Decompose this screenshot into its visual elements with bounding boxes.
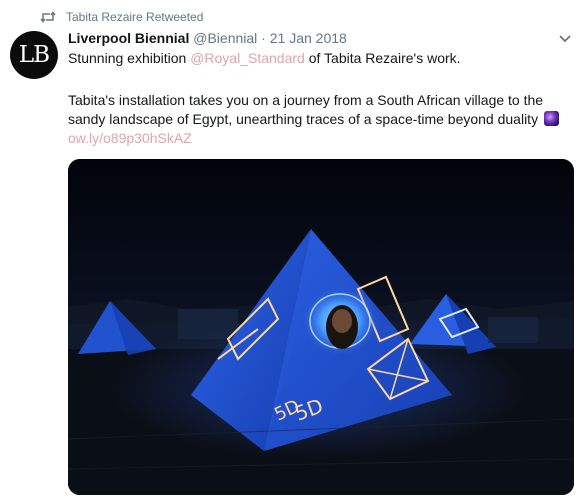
tweet-date[interactable]: 21 Jan 2018 [270, 30, 347, 46]
retweet-context: Tabita Rezaire Retweeted [40, 9, 203, 25]
installation-photo: 5D 5D [68, 159, 574, 495]
retweet-label[interactable]: Tabita Rezaire Retweeted [66, 10, 203, 24]
tweet-text-line1: Stunning exhibition @Royal_Standard of T… [68, 49, 568, 68]
avatar[interactable]: LB [10, 31, 58, 79]
text-prefix: Stunning exhibition [68, 50, 191, 66]
avatar-logo-text: LB [18, 42, 50, 68]
separator: · [261, 30, 266, 46]
chevron-down-icon[interactable] [558, 34, 572, 44]
short-link-row: ow.ly/o89p30hSkAZ [68, 129, 568, 148]
tweet-header: Liverpool Biennial @Biennial · 21 Jan 20… [68, 30, 347, 46]
tweet-media-photo[interactable]: 5D 5D [68, 159, 574, 495]
short-link[interactable]: ow.ly/o89p30hSkAZ [68, 130, 192, 146]
milky-way-emoji-icon [543, 111, 559, 126]
text-suffix: of Tabita Rezaire's work. [304, 50, 461, 66]
display-name[interactable]: Liverpool Biennial [68, 30, 189, 46]
handle[interactable]: @Biennial [193, 30, 257, 46]
tweet-text-paragraph: Tabita's installation takes you on a jou… [68, 91, 568, 129]
mention-link[interactable]: @Royal_Standard [190, 50, 305, 66]
retweet-icon [40, 11, 56, 23]
paragraph-text: Tabita's installation takes you on a jou… [68, 92, 544, 127]
